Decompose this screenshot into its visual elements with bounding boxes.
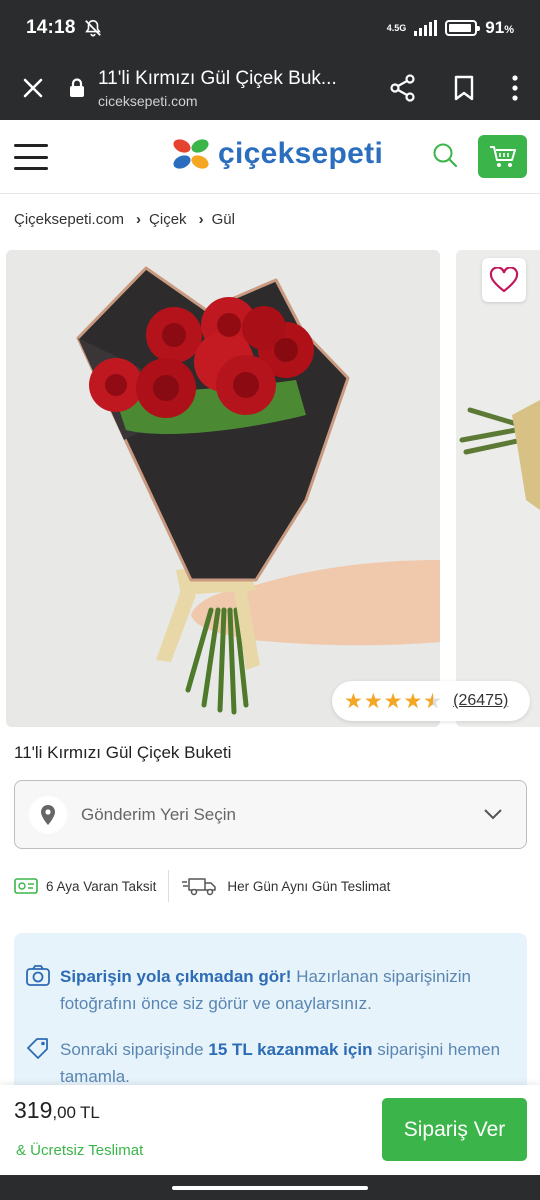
status-bar: 14:18 4.5G 91% bbox=[0, 0, 540, 56]
menu-button[interactable] bbox=[14, 144, 48, 170]
favorite-button[interactable] bbox=[482, 258, 526, 302]
status-time: 14:18 bbox=[26, 17, 76, 38]
camera-icon bbox=[26, 965, 50, 986]
photo-approval-info: Siparişin yola çıkmadan gör! Hazırlanan … bbox=[26, 963, 509, 1017]
divider bbox=[168, 870, 170, 902]
order-button[interactable]: Sipariş Ver bbox=[382, 1098, 527, 1161]
free-delivery-label: & Ücretsiz Teslimat bbox=[16, 1142, 144, 1159]
page-title: 11'li Kırmızı Gül Çiçek Buk... bbox=[98, 67, 337, 89]
browser-toolbar: 11'li Kırmızı Gül Çiçek Buk... ciceksepe… bbox=[0, 56, 540, 120]
feature-installment-label: 6 Aya Varan Taksit bbox=[46, 878, 157, 894]
bouquet-image-2 bbox=[456, 250, 540, 727]
battery-icon bbox=[445, 20, 481, 36]
breadcrumb-item-home[interactable]: Çiçeksepeti.com bbox=[14, 211, 124, 228]
heart-icon bbox=[489, 267, 519, 293]
tag-icon bbox=[27, 1038, 48, 1059]
logo-mark-icon bbox=[173, 139, 209, 169]
card-installment-icon bbox=[14, 878, 38, 894]
product-image[interactable] bbox=[6, 250, 440, 727]
chevron-right-icon: › bbox=[136, 211, 142, 228]
feature-list: 6 Aya Varan Taksit Her Gün Aynı Gün Tesl… bbox=[14, 870, 390, 902]
breadcrumb: Çiçeksepeti.com › Çiçek › Gül bbox=[14, 211, 235, 228]
feature-same-day-label: Her Gün Aynı Gün Teslimat bbox=[227, 878, 391, 894]
url-info[interactable]: 11'li Kırmızı Gül Çiçek Buk... ciceksepe… bbox=[98, 68, 364, 109]
lock-icon bbox=[66, 78, 88, 98]
battery-percent: 91 bbox=[485, 18, 505, 37]
star-rating-icon: ★★★★★★★★★★ bbox=[344, 689, 444, 713]
rating-badge[interactable]: ★★★★★★★★★★ (26475) bbox=[332, 681, 530, 721]
close-tab-button[interactable] bbox=[0, 77, 66, 99]
search-icon[interactable] bbox=[432, 142, 458, 168]
next-product-image[interactable] bbox=[456, 250, 540, 727]
photo-approval-title: Siparişin yola çıkmadan gör! bbox=[60, 967, 292, 986]
product-name: 11'li Kırmızı Gül Çiçek Buketi bbox=[14, 743, 232, 762]
delivery-location-select[interactable]: Gönderim Yeri Seçin bbox=[14, 780, 527, 849]
price-currency: TL bbox=[80, 1103, 100, 1122]
system-nav-bar bbox=[0, 1175, 540, 1200]
home-gesture-handle[interactable] bbox=[172, 1186, 368, 1190]
battery-percent-unit: % bbox=[504, 24, 514, 36]
bouquet-image bbox=[6, 250, 440, 727]
more-options-icon[interactable] bbox=[512, 75, 518, 101]
chevron-right-icon: › bbox=[198, 211, 204, 228]
close-icon bbox=[23, 78, 43, 98]
bookmark-icon[interactable] bbox=[454, 75, 474, 101]
site-logo[interactable]: çiçeksepeti bbox=[170, 136, 383, 172]
review-count[interactable]: (26475) bbox=[453, 692, 508, 710]
info-box: Siparişin yola çıkmadan gör! Hazırlanan … bbox=[14, 933, 527, 1093]
feature-installment: 6 Aya Varan Taksit bbox=[14, 877, 156, 895]
cart-button[interactable] bbox=[478, 135, 527, 178]
signal-icon bbox=[414, 20, 438, 36]
promo-info: Sonraki siparişinde 15 TL kazanmak için … bbox=[26, 1036, 509, 1090]
promo-text-bold: 15 TL kazanmak için bbox=[208, 1040, 373, 1059]
delivery-truck-icon bbox=[182, 878, 217, 896]
site-header: çiçeksepeti bbox=[0, 120, 540, 194]
breadcrumb-item-rose[interactable]: Gül bbox=[212, 211, 235, 228]
delivery-location-label: Gönderim Yeri Seçin bbox=[81, 804, 236, 824]
logo-text: çiçeksepeti bbox=[218, 137, 384, 170]
location-pin-icon bbox=[29, 795, 67, 834]
chevron-down-icon bbox=[484, 809, 502, 820]
price-decimal: ,00 bbox=[52, 1103, 77, 1122]
network-type: 4.5G bbox=[386, 22, 407, 33]
price: 319,00 TL bbox=[14, 1097, 100, 1124]
page-domain: ciceksepeti.com bbox=[98, 92, 198, 109]
checkout-bar: 319,00 TL & Ücretsiz Teslimat Sipariş Ver bbox=[0, 1085, 540, 1175]
share-icon[interactable] bbox=[390, 74, 416, 102]
feature-same-day: Her Gün Aynı Gün Teslimat bbox=[181, 876, 390, 896]
cart-icon bbox=[489, 145, 516, 167]
price-main: 319 bbox=[14, 1097, 53, 1123]
muted-bell-icon bbox=[84, 19, 101, 37]
breadcrumb-item-flower[interactable]: Çiçek bbox=[149, 211, 187, 228]
promo-text-pre: Sonraki siparişinde bbox=[60, 1040, 209, 1059]
